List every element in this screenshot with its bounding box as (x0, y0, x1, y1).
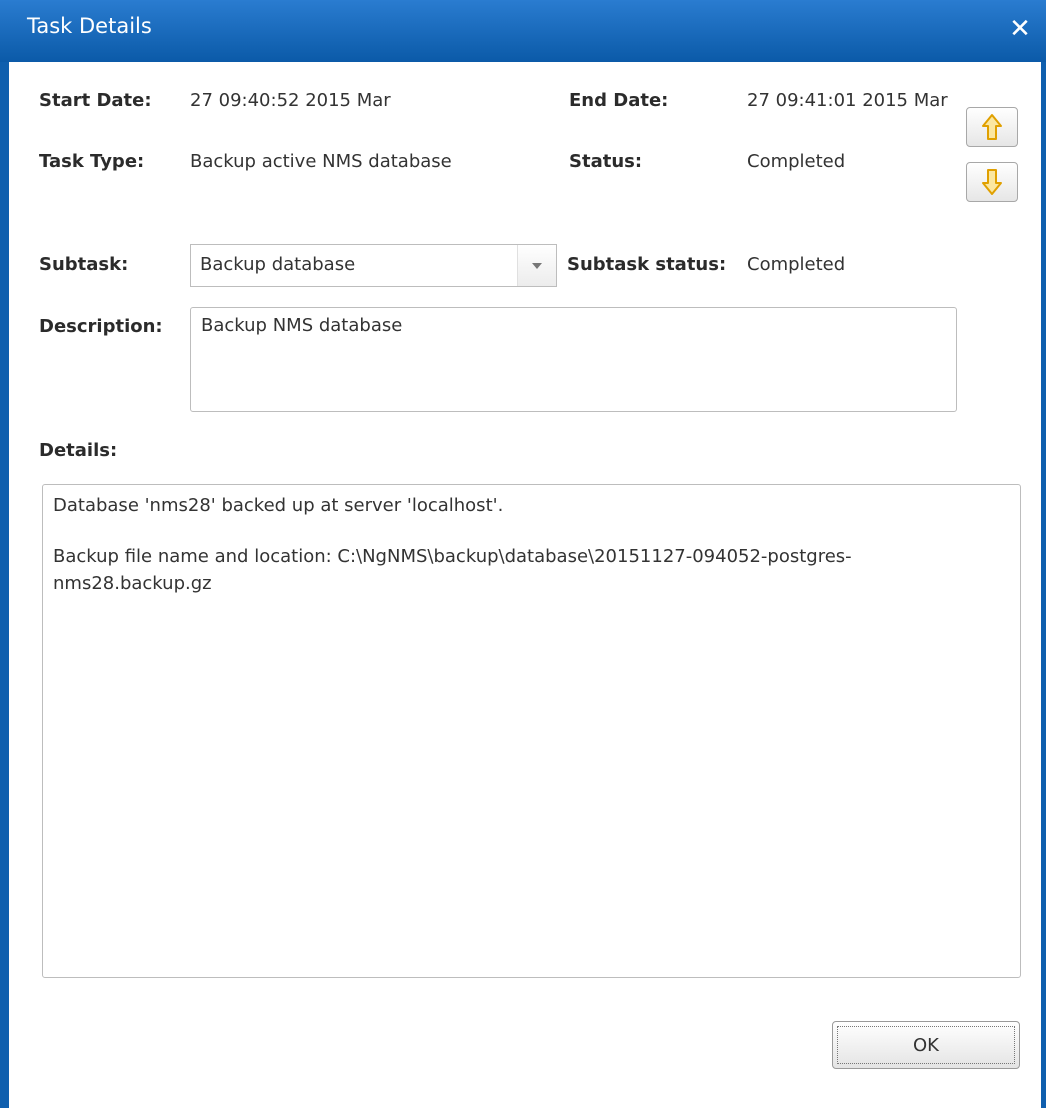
ok-button[interactable]: OK (832, 1021, 1020, 1069)
status-value: Completed (747, 151, 846, 172)
details-field[interactable]: Database 'nms28' backed up at server 'lo… (42, 484, 1021, 978)
close-button[interactable]: ✕ (1006, 14, 1034, 44)
move-up-button[interactable] (966, 107, 1018, 147)
end-date-label: End Date: (569, 90, 669, 111)
description-label: Description: (39, 316, 163, 337)
dialog-title: Task Details (27, 14, 152, 38)
details-line: Backup file name and location: C:\NgNMS\… (53, 546, 852, 567)
subtask-selected-value: Backup database (200, 254, 356, 275)
start-date-value: 27 09:40:52 2015 Mar (190, 90, 391, 111)
subtask-status-value: Completed (747, 254, 846, 275)
subtask-select[interactable]: Backup database (190, 244, 557, 287)
subtask-status-label: Subtask status: (567, 254, 727, 275)
details-label: Details: (39, 440, 118, 461)
status-label: Status: (569, 151, 643, 172)
arrow-up-icon (982, 114, 1002, 140)
details-line: nms28.backup.gz (53, 573, 212, 594)
arrow-down-icon (982, 169, 1002, 195)
chevron-down-icon[interactable] (517, 245, 556, 286)
title-bar[interactable]: Task Details ✕ (0, 0, 1046, 62)
description-field[interactable]: Backup NMS database (190, 307, 957, 412)
end-date-value: 27 09:41:01 2015 Mar (747, 90, 948, 111)
start-date-label: Start Date: (39, 90, 152, 111)
details-line: Database 'nms28' backed up at server 'lo… (53, 495, 504, 516)
task-type-value: Backup active NMS database (190, 151, 452, 172)
move-down-button[interactable] (966, 162, 1018, 202)
task-details-dialog: Task Details ✕ Start Date: 27 09:40:52 2… (0, 0, 1046, 1108)
subtask-label: Subtask: (39, 254, 129, 275)
task-type-label: Task Type: (39, 151, 145, 172)
ok-button-label: OK (837, 1026, 1015, 1064)
